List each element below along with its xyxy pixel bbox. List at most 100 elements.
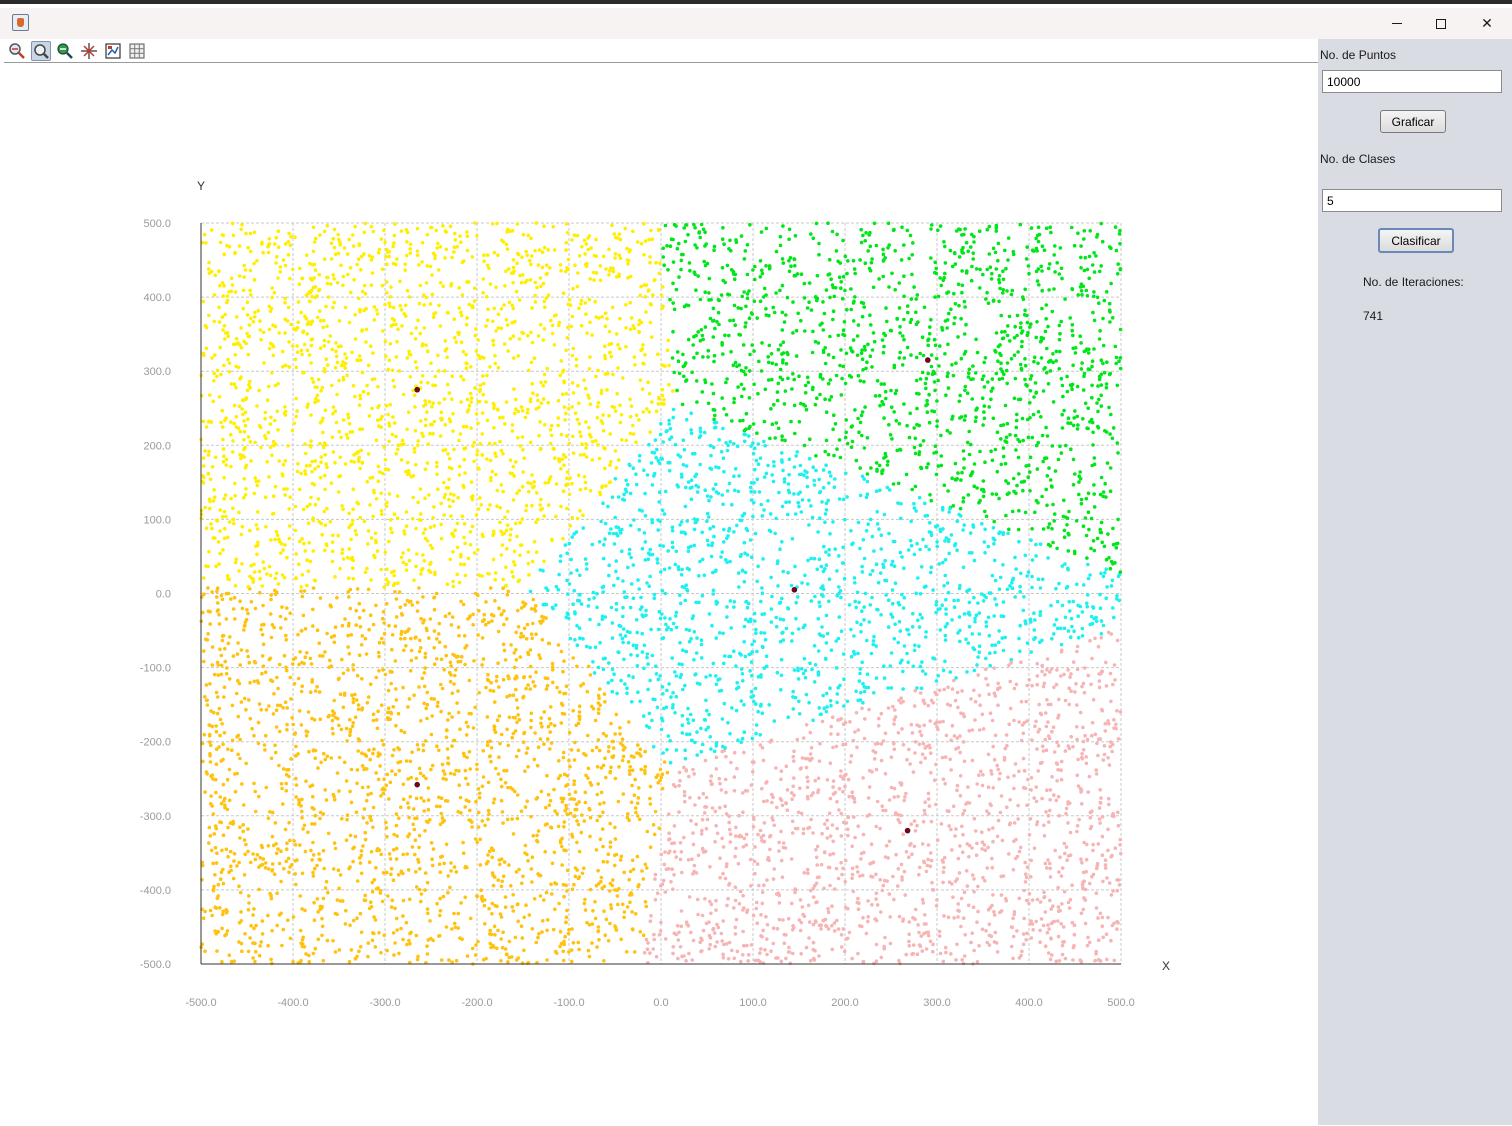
data-point: [816, 274, 820, 278]
data-point: [734, 847, 738, 851]
data-point: [863, 690, 867, 694]
data-point: [246, 585, 250, 589]
data-point: [886, 460, 890, 464]
data-point: [306, 831, 310, 835]
data-point: [430, 714, 434, 718]
data-point: [346, 436, 350, 440]
data-point: [301, 573, 305, 577]
data-point: [449, 514, 453, 518]
data-point: [253, 680, 257, 684]
data-point: [1004, 267, 1008, 271]
data-point: [760, 787, 764, 791]
data-point: [570, 238, 574, 242]
data-point: [404, 644, 408, 648]
data-point: [1096, 410, 1100, 414]
data-point: [243, 697, 247, 701]
maximize-button[interactable]: [1418, 8, 1464, 39]
data-point: [928, 325, 932, 329]
data-point: [991, 866, 995, 870]
data-point: [596, 930, 600, 934]
data-point: [961, 528, 965, 532]
data-point: [978, 703, 982, 707]
data-point: [437, 304, 441, 308]
data-point: [781, 875, 785, 879]
data-point: [475, 840, 479, 844]
data-point: [822, 328, 826, 332]
data-point: [1101, 924, 1105, 928]
data-point: [475, 349, 479, 353]
data-point: [987, 301, 991, 305]
data-point: [248, 380, 252, 384]
data-point: [261, 919, 265, 923]
data-point: [218, 707, 222, 711]
data-point: [1116, 811, 1120, 815]
data-point: [382, 610, 386, 614]
data-point: [727, 957, 731, 961]
data-point: [813, 779, 817, 783]
data-point: [471, 525, 475, 529]
data-point: [603, 700, 607, 704]
data-point: [773, 719, 777, 723]
data-point: [1069, 735, 1073, 739]
data-point: [656, 528, 660, 532]
data-point: [1060, 413, 1064, 417]
data-point: [975, 853, 979, 857]
data-point: [621, 376, 625, 380]
data-point: [721, 953, 725, 957]
data-point: [752, 825, 756, 829]
data-point: [982, 410, 986, 414]
data-point: [646, 652, 650, 656]
data-point: [1003, 636, 1007, 640]
data-point: [982, 361, 986, 365]
zoom-tool[interactable]: [31, 41, 51, 61]
data-point: [1014, 492, 1018, 496]
data-point: [416, 439, 420, 443]
data-point: [987, 753, 991, 757]
data-point: [667, 812, 671, 816]
close-button[interactable]: ✕: [1464, 8, 1510, 39]
data-point: [960, 250, 964, 254]
data-point: [980, 522, 984, 526]
data-point: [643, 531, 647, 535]
zoom-in-tool[interactable]: [7, 41, 27, 61]
data-point: [1078, 334, 1082, 338]
data-point: [492, 884, 496, 888]
data-point: [915, 723, 919, 727]
data-point: [1111, 579, 1115, 583]
data-point: [381, 788, 385, 792]
grid-tool[interactable]: [127, 41, 147, 61]
plot-area[interactable]: -500.0-400.0-300.0-200.0-100.00.0100.020…: [4, 64, 1318, 1122]
data-point: [712, 248, 716, 252]
data-point: [712, 392, 716, 396]
scatter-chart[interactable]: -500.0-400.0-300.0-200.0-100.00.0100.020…: [4, 64, 1318, 1122]
data-point: [669, 880, 673, 884]
data-point: [580, 324, 584, 328]
data-point: [635, 483, 639, 487]
data-point: [776, 671, 780, 675]
data-point: [642, 253, 646, 257]
data-point: [576, 384, 580, 388]
data-point: [989, 711, 993, 715]
save-tool[interactable]: [103, 41, 123, 61]
data-point: [574, 875, 578, 879]
data-point: [679, 268, 683, 272]
data-point: [809, 731, 813, 735]
data-point: [1090, 517, 1094, 521]
data-point: [1052, 632, 1056, 636]
data-point: [687, 775, 691, 779]
data-point: [896, 501, 900, 505]
data-point: [992, 299, 996, 303]
data-point: [729, 599, 733, 603]
data-point: [1027, 902, 1031, 906]
data-point: [1100, 404, 1104, 408]
zoom-out-tool[interactable]: [55, 41, 75, 61]
minimize-button[interactable]: [1374, 8, 1420, 39]
data-point: [466, 234, 470, 238]
fit-tool[interactable]: [79, 41, 99, 61]
data-point: [329, 282, 333, 286]
data-point: [620, 855, 624, 859]
data-point: [616, 343, 620, 347]
data-point: [257, 795, 261, 799]
data-point: [755, 921, 759, 925]
data-point: [449, 225, 453, 229]
